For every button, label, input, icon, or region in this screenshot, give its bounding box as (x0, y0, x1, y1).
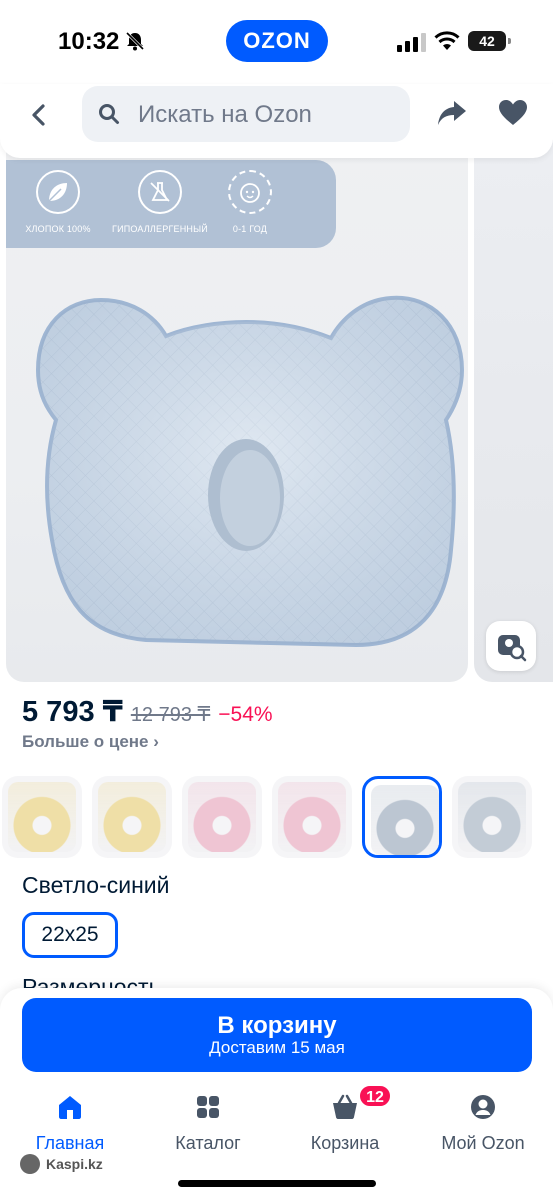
profile-icon (471, 1095, 495, 1119)
variant-thumb-selected[interactable] (362, 776, 442, 858)
home-icon (59, 1096, 81, 1119)
more-about-price-link[interactable]: Больше о цене › (22, 732, 159, 752)
search-header: Искать на Ozon (0, 84, 553, 158)
image-search-icon (498, 635, 527, 662)
variant-thumb[interactable] (2, 776, 82, 858)
variant-swatch (98, 782, 166, 852)
discount-badge: −54% (218, 703, 273, 726)
current-price: 5 793 ₸ (22, 696, 123, 728)
kaspi-logo-icon (20, 1154, 40, 1174)
wifi-icon (434, 31, 460, 50)
pillow-image (35, 295, 465, 648)
cart-count-badge: 12 (358, 1084, 392, 1108)
delivery-date: Доставим 15 мая (209, 1038, 345, 1057)
price-row: 5 793 ₸ 12 793 ₸ −54% (22, 694, 273, 734)
variant-thumb[interactable] (182, 776, 262, 858)
variant-thumb[interactable] (92, 776, 172, 858)
feature-age: 0-1 ГОД (202, 170, 298, 234)
cellular-signal-icon (397, 33, 426, 52)
search-placeholder: Искать на Ozon (138, 101, 312, 128)
selected-color-name: Светло-синий (22, 872, 170, 898)
battery-indicator: 42 (468, 31, 511, 51)
tab-my-ozon[interactable]: Мой Ozon (436, 1092, 530, 1154)
tab-cart[interactable]: 12 Корзина (306, 1084, 392, 1154)
favorite-heart-icon[interactable] (498, 99, 528, 127)
search-input[interactable]: Искать на Ozon (82, 86, 410, 142)
variant-swatch (371, 785, 439, 855)
variant-swatch (458, 782, 526, 852)
flask-icon (150, 182, 170, 202)
ozon-logo: OZON (226, 20, 328, 62)
product-gallery[interactable]: ХЛОПОК 100% ГИПОАЛЛЕРГЕННЫЙ 0-1 ГОД (0, 140, 553, 682)
variant-swatch (278, 782, 346, 852)
next-photo-preview[interactable] (474, 140, 553, 682)
size-option[interactable]: 22x25 (22, 912, 118, 958)
search-icon (99, 104, 119, 124)
old-price: 12 793 ₸ (130, 704, 211, 726)
feature-banner: ХЛОПОК 100% ГИПОАЛЛЕРГЕННЫЙ 0-1 ГОД (6, 160, 336, 248)
tab-bar: Главная Каталог 12 Корзина Мой Ozon (0, 1084, 553, 1154)
variant-thumb[interactable] (452, 776, 532, 858)
tab-home[interactable]: Главная (34, 1092, 106, 1154)
cart-icon (333, 1094, 357, 1119)
add-to-cart-button[interactable]: В корзину Доставим 15 мая (22, 998, 532, 1072)
leaf-icon (48, 183, 67, 202)
product-photo[interactable]: ХЛОПОК 100% ГИПОАЛЛЕРГЕННЫЙ 0-1 ГОД (6, 140, 468, 682)
tab-catalog[interactable]: Каталог (170, 1092, 246, 1154)
variant-thumb[interactable] (272, 776, 352, 858)
status-time: 10:32 (58, 28, 120, 55)
bell-muted-icon (125, 31, 145, 51)
home-indicator (178, 1180, 376, 1187)
feature-hypoallergenic: ГИПОАЛЛЕРГЕННЫЙ (112, 170, 208, 234)
share-icon[interactable] (436, 98, 468, 128)
variant-selector (0, 776, 553, 858)
variant-swatch (188, 782, 256, 852)
add-to-cart-label: В корзину (217, 1012, 337, 1039)
kaspi-watermark: Kaspi.kz (20, 1154, 103, 1174)
feature-cotton: ХЛОПОК 100% (10, 170, 106, 234)
variant-swatch (8, 782, 76, 852)
baby-face-icon (240, 183, 260, 203)
back-arrow-icon[interactable] (22, 98, 56, 132)
catalog-icon (197, 1096, 219, 1118)
status-bar: 10:32 OZON 42 (0, 0, 553, 84)
find-similar-button[interactable] (486, 621, 536, 671)
